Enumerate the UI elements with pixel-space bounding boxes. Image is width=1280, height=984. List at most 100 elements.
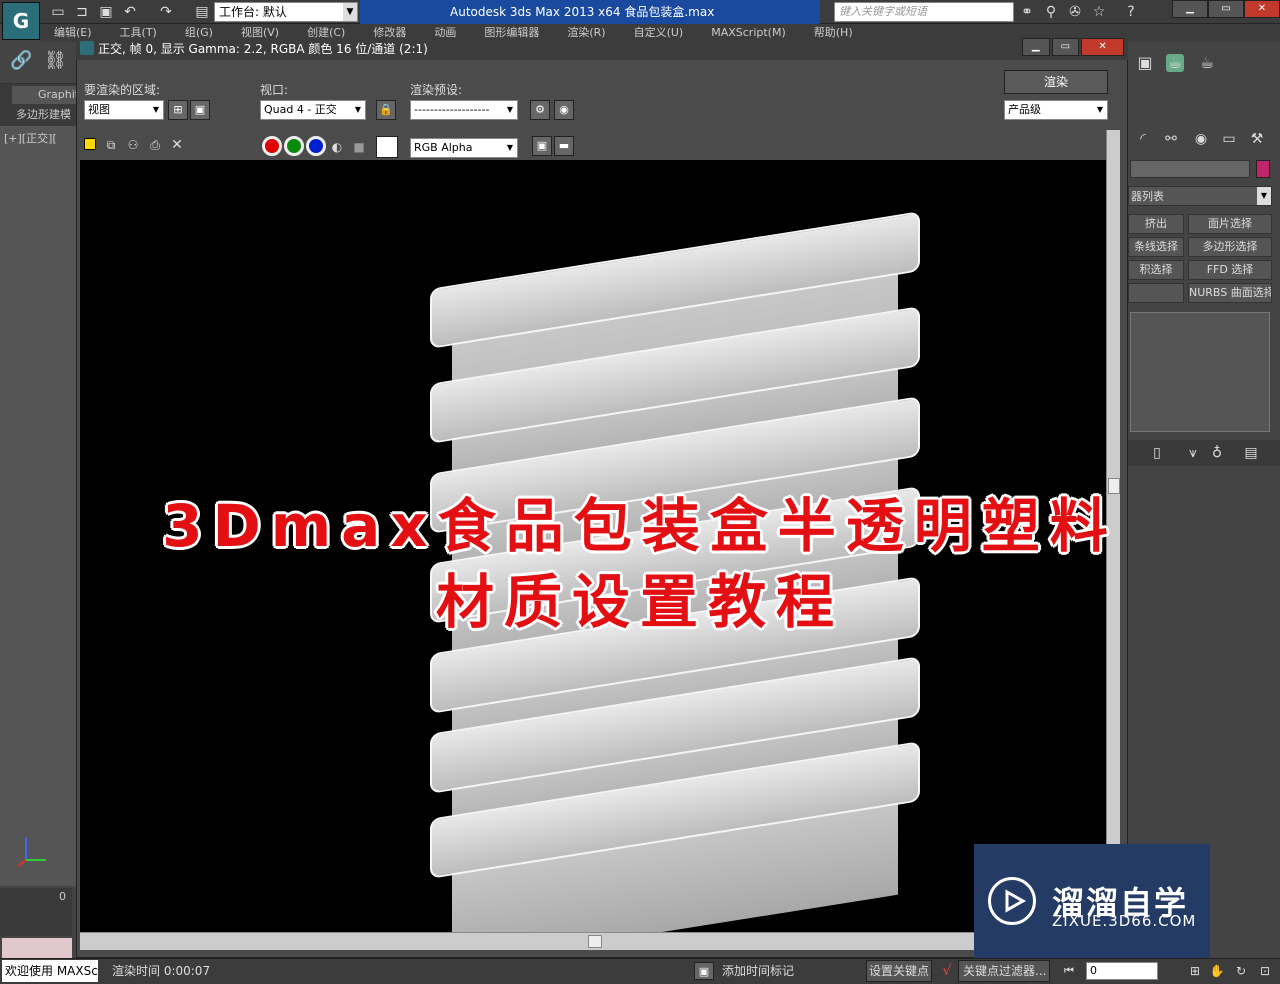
render-button[interactable]: 渲染 [1004, 70, 1108, 94]
make-unique-icon[interactable]: ♁ [1208, 444, 1226, 462]
search-input[interactable]: 键入关键字或短语 [834, 2, 1014, 22]
motion-tab-icon[interactable]: ◉ [1192, 130, 1210, 148]
zoom-extents-icon[interactable]: ⊞ [1186, 962, 1204, 980]
render-preset-select[interactable]: ------------------- ▼ [410, 100, 518, 120]
save-image-icon[interactable] [84, 138, 96, 150]
project-folder-icon[interactable]: ▤ [194, 4, 210, 20]
display-tab-icon[interactable]: ▭ [1220, 130, 1238, 148]
render-minimize-button[interactable]: ▁ [1022, 38, 1050, 56]
pin-stack-icon[interactable]: ▯ [1148, 444, 1166, 462]
render-area-select[interactable]: 视图 ▼ [84, 100, 164, 120]
close-button[interactable]: ✕ [1244, 0, 1280, 18]
pan-hand-icon[interactable]: ✋ [1208, 962, 1226, 980]
spline-select-button[interactable]: 条线选择 [1128, 237, 1184, 257]
clear-icon[interactable]: ✕ [168, 136, 186, 154]
extrude-button[interactable]: 挤出 [1128, 214, 1184, 234]
minimize-button[interactable]: ▁ [1172, 0, 1208, 18]
patch-select-button[interactable]: 面片选择 [1188, 214, 1272, 234]
redo-icon[interactable]: ↷ [158, 4, 174, 20]
subscription-icon[interactable]: ⚲ [1042, 3, 1060, 21]
workspace-select[interactable]: 工作台: 默认 ▼ [214, 2, 358, 22]
help-icon[interactable]: ? [1122, 3, 1140, 21]
app-logo-button[interactable]: G [2, 2, 40, 40]
maximize-viewport-icon[interactable]: ⊡ [1256, 962, 1274, 980]
render-window-title: 正交, 帧 0, 显示 Gamma: 2.2, RGBA 颜色 16 位/通道 … [76, 38, 1128, 60]
teapot-icon[interactable]: ☕ [1166, 54, 1184, 72]
object-color-swatch[interactable] [1256, 160, 1270, 178]
color-swatch[interactable] [376, 136, 398, 158]
favorites-star-icon[interactable]: ☆ [1090, 3, 1108, 21]
communication-icon[interactable]: ✇ [1066, 3, 1084, 21]
add-time-tag[interactable]: 添加时间标记 [722, 962, 794, 979]
copy-image-icon[interactable]: ⧉ [102, 136, 120, 154]
channel-select[interactable]: RGB Alpha ▼ [410, 138, 518, 158]
viewport-select-value: Quad 4 - 正交 [264, 103, 337, 116]
render-window-controls: ▁ ▭ ✕ [1022, 38, 1125, 56]
modifier-stack[interactable] [1130, 312, 1270, 432]
play-logo-icon [988, 877, 1036, 925]
unlink-icon[interactable]: ⛓ [44, 52, 67, 70]
ffd-select-button[interactable]: FFD 选择 [1188, 260, 1272, 280]
maxscript-mini-listener[interactable]: 欢迎使用 MAXScr [2, 960, 98, 982]
binoculars-icon[interactable]: ⚭ [1018, 3, 1036, 21]
modifier-list-select[interactable]: 器列表 ▼ [1128, 186, 1272, 206]
blue-channel-toggle[interactable] [306, 136, 326, 156]
script-listener-mini[interactable] [2, 938, 72, 958]
render-setup-icon[interactable]: ⚙ [530, 100, 550, 120]
orbit-icon[interactable]: ↻ [1232, 962, 1250, 980]
render-horizontal-scrollbar[interactable] [80, 932, 1106, 950]
edit-region-icon[interactable]: ⊞ [168, 100, 188, 120]
open-file-icon[interactable]: ⊐ [74, 4, 90, 20]
scrollbar-thumb[interactable] [588, 935, 602, 948]
alpha-toggle-icon[interactable]: ◐ [328, 138, 346, 156]
render-window-title-text: 正交, 帧 0, 显示 Gamma: 2.2, RGBA 颜色 16 位/通道 … [98, 42, 428, 56]
graphite-tab[interactable]: Graphite [12, 86, 76, 104]
toggle-ui-overlay-icon[interactable]: ▣ [532, 136, 552, 156]
key-filters-button[interactable]: 关键点过滤器... [958, 960, 1050, 982]
hierarchy-tab-icon[interactable]: ⚯ [1162, 130, 1180, 148]
viewport-select[interactable]: Quad 4 - 正交 ▼ [260, 100, 366, 120]
empty-modifier-button[interactable] [1128, 283, 1184, 303]
render-area-value: 视图 [88, 103, 110, 116]
render-quality-select[interactable]: 产品级 ▼ [1004, 100, 1108, 120]
environment-icon[interactable]: ◉ [554, 100, 574, 120]
monochrome-toggle-icon[interactable]: ■ [350, 138, 368, 156]
print-icon[interactable]: ⎙ [146, 136, 164, 154]
new-file-icon[interactable]: ▭ [50, 4, 66, 20]
undo-icon[interactable]: ↶ [122, 4, 138, 20]
workspace-value: 工作台: 默认 [219, 5, 287, 19]
save-icon[interactable]: ▣ [98, 4, 114, 20]
poly-select-button[interactable]: 多边形选择 [1188, 237, 1272, 257]
time-slider-value[interactable]: 0 [0, 888, 72, 906]
toggle-ui-icon[interactable]: ▬ [554, 136, 574, 156]
vol-select-button[interactable]: 积选择 [1128, 260, 1184, 280]
link-icon[interactable]: 🔗 [10, 52, 32, 70]
modify-tab-icon[interactable]: ◜ [1134, 130, 1152, 148]
configure-sets-icon[interactable]: ▤ [1242, 444, 1260, 462]
teapot-render-icon[interactable]: ☕ [1198, 54, 1216, 72]
render-maximize-button[interactable]: ▭ [1051, 38, 1080, 56]
nurbs-surface-select-button[interactable]: NURBS 曲面选择 [1188, 283, 1272, 303]
key-mode-icon[interactable]: √ [938, 962, 956, 980]
viewport-label[interactable]: [+][正交][ [4, 130, 57, 146]
render-window-icon [80, 41, 94, 55]
set-key-button[interactable]: 设置关键点 [866, 960, 932, 982]
show-end-result-icon[interactable]: ⩛ [1184, 444, 1202, 462]
polygon-modeling-tab[interactable]: 多边形建模 [16, 106, 76, 122]
red-channel-toggle[interactable] [262, 136, 282, 156]
clone-frame-icon[interactable]: ⚇ [124, 136, 142, 154]
utilities-tab-icon[interactable]: ⚒ [1248, 130, 1266, 148]
render-close-button[interactable]: ✕ [1081, 38, 1125, 56]
display-icon[interactable]: ▣ [1136, 54, 1154, 72]
go-to-start-icon[interactable]: ⏮ [1060, 962, 1078, 980]
current-frame-field[interactable]: 0 [1086, 962, 1158, 980]
lock-icon[interactable]: 🔒 [376, 100, 396, 120]
maximize-button[interactable]: ▭ [1208, 0, 1244, 18]
render-area-label: 要渲染的区域: [84, 83, 161, 97]
time-tag-icon[interactable]: ▣ [694, 962, 714, 980]
object-name-field[interactable] [1130, 160, 1250, 178]
auto-region-icon[interactable]: ▣ [190, 100, 210, 120]
viewport-label-text: 视口: [260, 83, 289, 97]
render-frame-toolbar [80, 130, 1106, 160]
green-channel-toggle[interactable] [284, 136, 304, 156]
